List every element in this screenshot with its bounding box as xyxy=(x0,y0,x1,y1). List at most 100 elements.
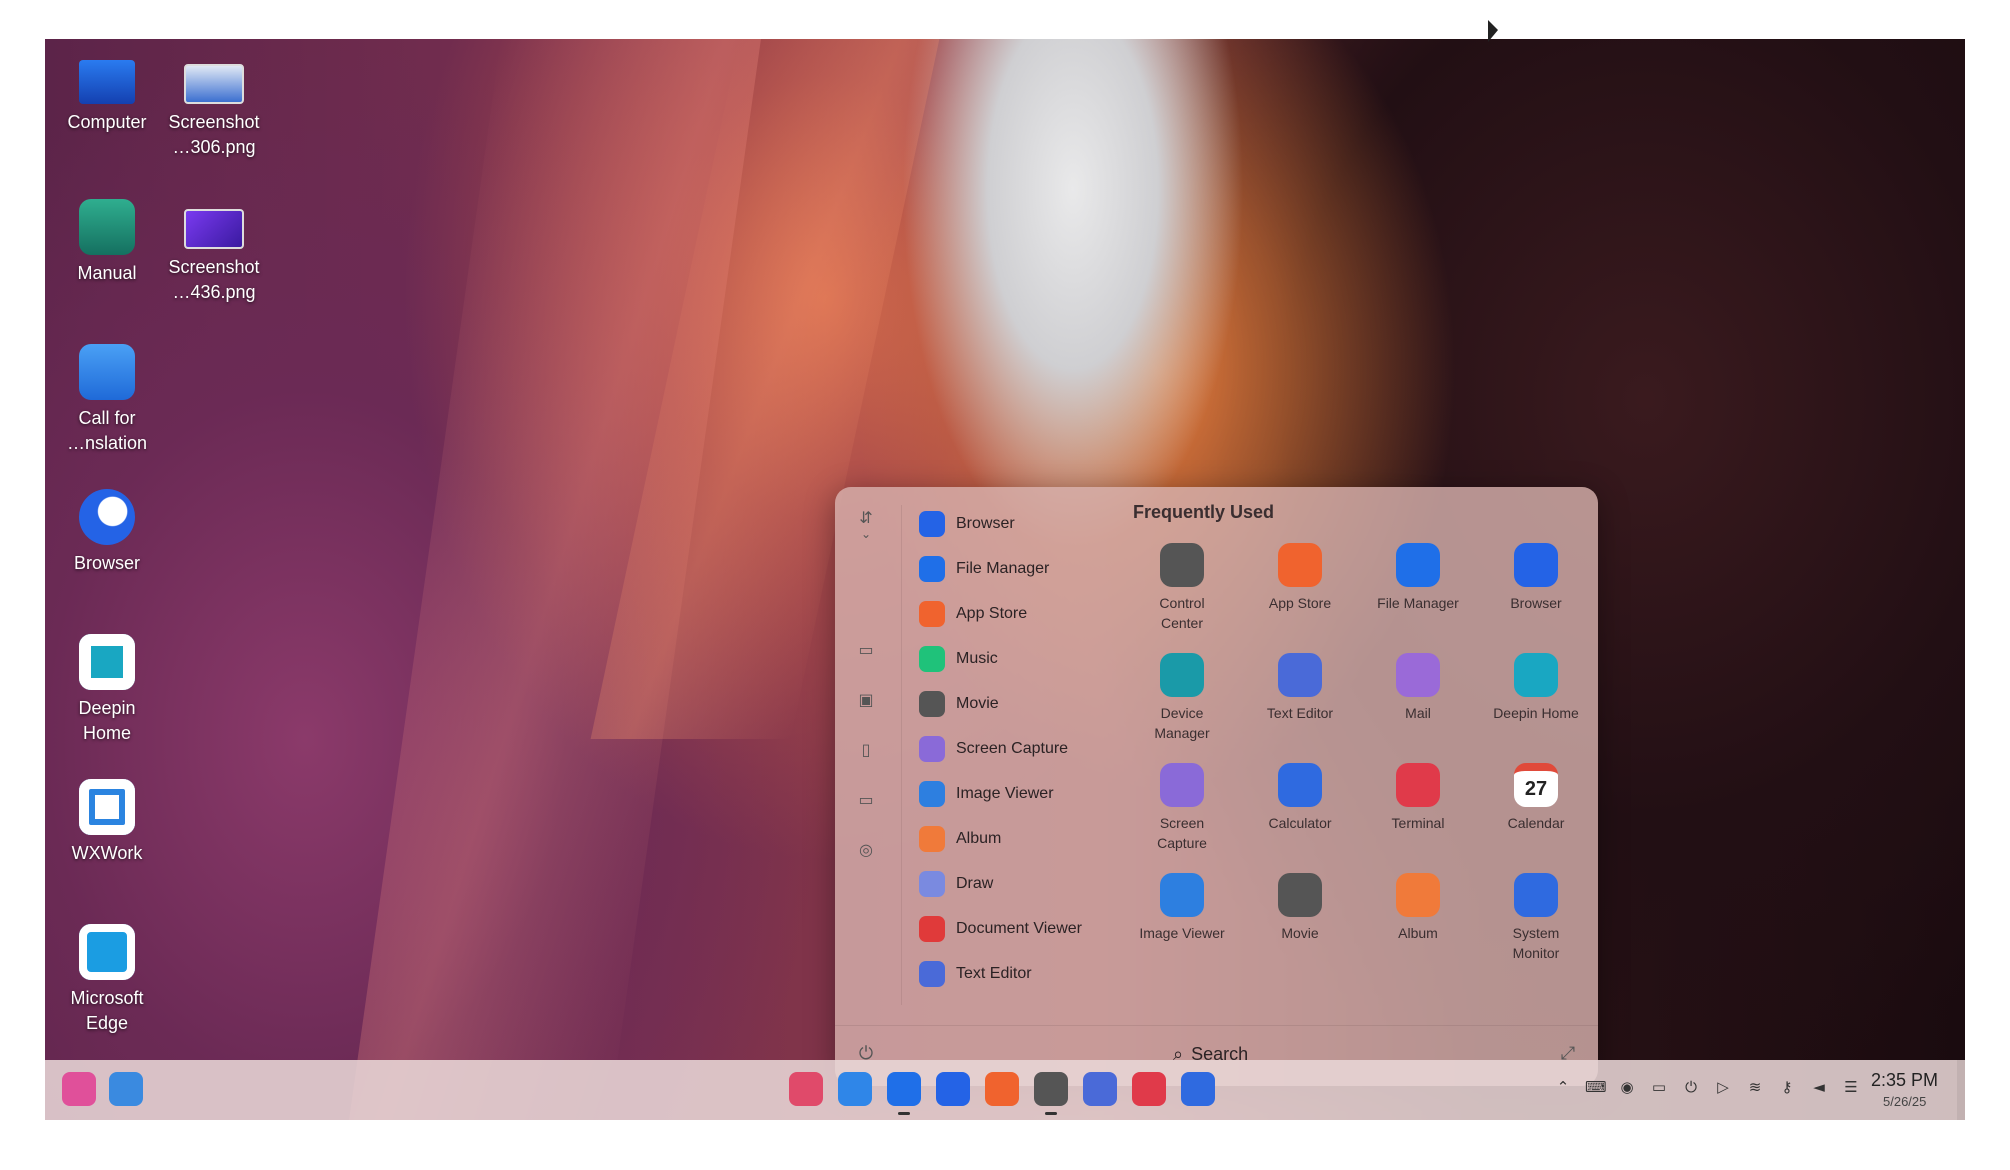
app-icon xyxy=(919,1005,945,1006)
desktop-icon-wxwork[interactable]: WXWork xyxy=(47,769,167,866)
fingerprint-icon[interactable]: ◉ xyxy=(1617,1077,1637,1097)
desktop-icon-browser[interactable]: Browser xyxy=(47,479,167,576)
divider xyxy=(835,1025,1598,1026)
frequent-app-tile[interactable]: Text Editor xyxy=(1241,653,1359,723)
desktop-icon-screenshot-306[interactable]: Screenshot …306.png xyxy=(154,44,274,160)
chevron-down-icon[interactable]: ⌄ xyxy=(855,523,877,545)
launcher-swirl-icon[interactable] xyxy=(62,1072,96,1106)
app-list-item[interactable]: Draw xyxy=(919,861,1119,906)
keyboard-icon[interactable]: ⌨ xyxy=(1585,1077,1607,1097)
text-editor-icon[interactable] xyxy=(1083,1072,1117,1106)
app-icon xyxy=(1160,873,1204,917)
calculator-icon[interactable] xyxy=(1181,1072,1215,1106)
app-list-item[interactable]: Music xyxy=(919,636,1119,681)
app-list-item[interactable]: Text Editor xyxy=(919,951,1119,996)
desktop-icon-manual[interactable]: Manual xyxy=(47,189,167,286)
chevron-up-icon[interactable]: ⌃ xyxy=(1553,1077,1573,1097)
app-list-item[interactable]: File Manager xyxy=(919,546,1119,591)
app-icon xyxy=(1278,543,1322,587)
frequent-app-label: Terminal xyxy=(1391,815,1445,831)
desktop-icon-label: Computer xyxy=(67,112,147,132)
frequent-app-tile[interactable]: Device Manager xyxy=(1123,653,1241,743)
frequent-app-tile[interactable]: Screen Capture xyxy=(1123,763,1241,853)
window-category-icon[interactable]: ▭ xyxy=(855,789,877,811)
wifi-icon[interactable]: ≋ xyxy=(1745,1077,1765,1097)
app-list-item[interactable]: Mail xyxy=(919,996,1119,1006)
app-icon xyxy=(1514,543,1558,587)
control-center-icon[interactable] xyxy=(1034,1072,1068,1106)
play-icon[interactable]: ▷ xyxy=(1713,1077,1733,1097)
frequent-app-tile[interactable]: Deepin Home xyxy=(1477,653,1595,723)
app-icon xyxy=(1160,653,1204,697)
desktop-icon-edge[interactable]: Microsoft Edge xyxy=(47,914,167,1036)
frequent-app-label: Deepin Home xyxy=(1493,705,1579,721)
app-icon xyxy=(919,870,945,897)
app-list-label: Movie xyxy=(956,694,999,712)
desktop-icon-label: Deepin Home xyxy=(78,698,136,743)
manual-icon xyxy=(79,199,135,255)
app-list-item[interactable]: Document Viewer xyxy=(919,906,1119,951)
frequent-app-tile[interactable]: Image Viewer xyxy=(1123,873,1241,943)
app-icon xyxy=(1278,873,1322,917)
system-category-icon[interactable]: ◎ xyxy=(855,839,877,861)
multitask-icon[interactable] xyxy=(838,1072,872,1106)
clock-time[interactable]: 2:35 PM xyxy=(1871,1070,1938,1091)
document-category-icon[interactable]: ▯ xyxy=(855,739,877,761)
deepin-home-icon xyxy=(79,634,135,690)
app-list-item[interactable]: Image Viewer xyxy=(919,771,1119,816)
launcher-grid-icon[interactable] xyxy=(789,1072,823,1106)
app-list-item[interactable]: Album xyxy=(919,816,1119,861)
frequent-app-tile[interactable]: Movie xyxy=(1241,873,1359,943)
monitor-category-icon[interactable]: ▭ xyxy=(855,639,877,661)
app-list-label: File Manager xyxy=(956,559,1050,577)
frequent-app-label: Text Editor xyxy=(1266,705,1334,721)
computer-icon xyxy=(79,60,135,104)
search-icon[interactable] xyxy=(109,1072,143,1106)
frequent-app-label: Browser xyxy=(1510,595,1562,611)
desktop-icon-computer[interactable]: Computer xyxy=(47,44,167,135)
frequent-app-tile[interactable]: System Monitor xyxy=(1477,873,1595,963)
desktop-icon-translation[interactable]: Call for …nslation xyxy=(47,334,167,456)
file-manager-icon[interactable] xyxy=(887,1072,921,1106)
app-icon xyxy=(1514,653,1558,697)
browser-icon[interactable] xyxy=(936,1072,970,1106)
app-list-label: Text Editor xyxy=(956,964,1032,982)
frequent-app-tile[interactable]: Browser xyxy=(1477,543,1595,613)
image-category-icon[interactable]: ▣ xyxy=(855,689,877,711)
taskbar: 2:35 PM 5/26/25 ⌃ ⌨ ◉ ▭ ⏻ ▷ ≋ ⚷ ◄ ☰ xyxy=(45,1060,1965,1120)
frequent-app-tile[interactable]: Album xyxy=(1359,873,1477,943)
frequent-app-tile[interactable]: App Store xyxy=(1241,543,1359,613)
power-icon[interactable]: ⏻ xyxy=(1681,1077,1701,1097)
frequent-app-label: Screen Capture xyxy=(1157,815,1207,851)
app-list-item[interactable]: Movie xyxy=(919,681,1119,726)
frequent-app-tile[interactable]: File Manager xyxy=(1359,543,1477,613)
app-launcher: ⇵ ⌄ ▭ ▣ ▯ ▭ ◎ Browser File Manager App Sto… xyxy=(835,487,1598,1086)
clock-date[interactable]: 5/26/25 xyxy=(1883,1094,1926,1109)
terminal-icon[interactable] xyxy=(1132,1072,1166,1106)
app-icon xyxy=(919,600,945,627)
app-list-item[interactable]: App Store xyxy=(919,591,1119,636)
frequent-app-tile[interactable]: Mail xyxy=(1359,653,1477,723)
frequent-app-label: Movie xyxy=(1281,925,1319,941)
app-icon xyxy=(919,825,945,852)
frequent-app-label: System Monitor xyxy=(1512,925,1560,961)
volume-icon[interactable]: ◄ xyxy=(1809,1077,1829,1097)
frequent-app-tile[interactable]: Terminal xyxy=(1359,763,1477,833)
app-icon xyxy=(1514,873,1558,917)
battery-icon[interactable]: ▭ xyxy=(1649,1077,1669,1097)
app-list: Browser File Manager App Store Music Movie Sc… xyxy=(919,501,1119,1006)
frequent-app-tile[interactable]: 27 Calendar xyxy=(1477,763,1595,833)
app-store-icon[interactable] xyxy=(985,1072,1019,1106)
frequent-app-tile[interactable]: Control Center xyxy=(1123,543,1241,633)
frequent-app-tile[interactable]: Calculator xyxy=(1241,763,1359,833)
app-list-item[interactable]: Screen Capture xyxy=(919,726,1119,771)
desktop-icon-deepin-home[interactable]: Deepin Home xyxy=(47,624,167,746)
app-list-label: Draw xyxy=(956,874,994,892)
app-list-item[interactable]: Browser xyxy=(919,501,1119,546)
desktop-icon-screenshot-436[interactable]: Screenshot …436.png xyxy=(154,189,274,305)
show-desktop-button[interactable] xyxy=(1957,1060,1965,1120)
running-indicator xyxy=(898,1112,910,1115)
app-icon xyxy=(919,690,945,717)
toggle-icon[interactable]: ☰ xyxy=(1841,1077,1861,1097)
key-icon[interactable]: ⚷ xyxy=(1777,1077,1797,1097)
